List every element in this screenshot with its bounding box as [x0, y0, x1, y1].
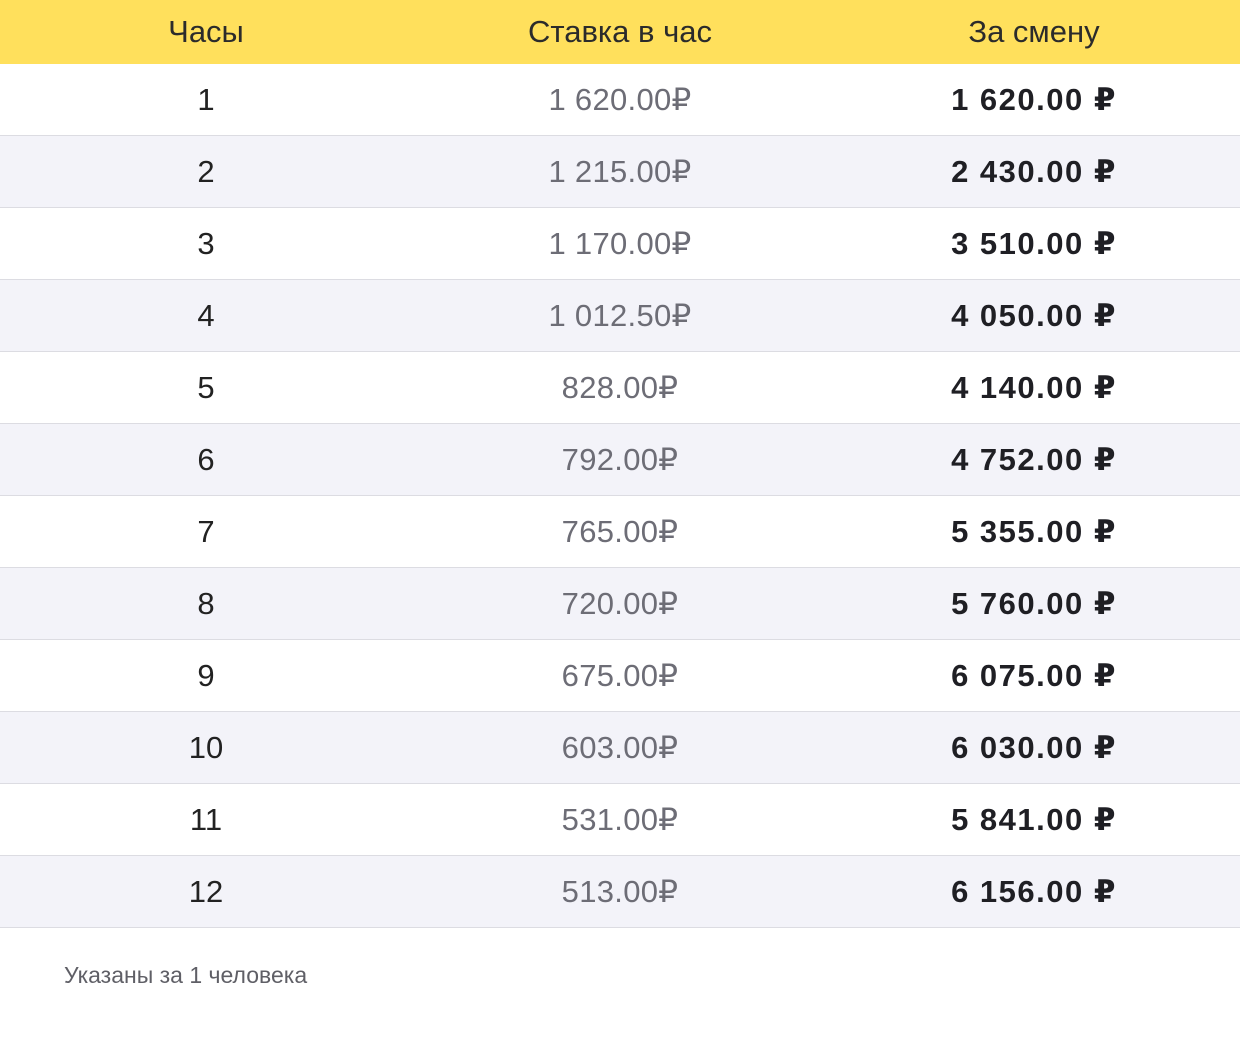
rate-per-hour-cell: 603.00₽	[561, 729, 679, 765]
table-row: 8 720.00₽ 5 760.00 ₽	[0, 568, 1240, 640]
table-row: 3 1 170.00₽ 3 510.00 ₽	[0, 208, 1240, 280]
column-header-rate: Ставка в час	[527, 14, 713, 49]
hours-cell: 1	[197, 81, 215, 117]
table-row: 10 603.00₽ 6 030.00 ₽	[0, 712, 1240, 784]
hours-cell: 8	[197, 585, 215, 621]
table-row: 9 675.00₽ 6 075.00 ₽	[0, 640, 1240, 712]
rate-per-hour-cell: 675.00₽	[561, 657, 679, 693]
table-header: Часы Ставка в час За смену	[0, 0, 1240, 64]
table-row: 7 765.00₽ 5 355.00 ₽	[0, 496, 1240, 568]
shift-total-cell: 5 760.00 ₽	[951, 585, 1117, 621]
rate-per-hour-cell: 765.00₽	[561, 513, 679, 549]
shift-total-cell: 4 140.00 ₽	[951, 369, 1117, 405]
table-row: 6 792.00₽ 4 752.00 ₽	[0, 424, 1240, 496]
column-header-hours: Часы	[168, 14, 244, 49]
rate-per-hour-cell: 1 170.00₽	[548, 225, 692, 261]
hours-cell: 4	[197, 297, 215, 333]
shift-total-cell: 6 156.00 ₽	[951, 873, 1117, 909]
rate-table: Часы Ставка в час За смену 1 1 620.00₽ 1 6…	[0, 0, 1240, 928]
rate-per-hour-cell: 531.00₽	[561, 801, 679, 837]
hours-cell: 7	[197, 513, 215, 549]
shift-total-cell: 4 050.00 ₽	[951, 297, 1117, 333]
hours-cell: 11	[189, 801, 223, 837]
shift-total-cell: 5 841.00 ₽	[951, 801, 1117, 837]
hours-cell: 3	[197, 225, 215, 261]
shift-total-cell: 6 075.00 ₽	[951, 657, 1117, 693]
hours-cell: 12	[188, 873, 224, 909]
hours-cell: 5	[197, 369, 215, 405]
shift-total-cell: 5 355.00 ₽	[951, 513, 1117, 549]
rate-per-hour-cell: 792.00₽	[561, 441, 679, 477]
shift-total-cell: 2 430.00 ₽	[951, 153, 1117, 189]
table-row: 12 513.00₽ 6 156.00 ₽	[0, 856, 1240, 928]
table-row: 4 1 012.50₽ 4 050.00 ₽	[0, 280, 1240, 352]
rate-per-hour-cell: 1 215.00₽	[548, 153, 692, 189]
rate-per-hour-cell: 513.00₽	[561, 873, 679, 909]
table-row: 1 1 620.00₽ 1 620.00 ₽	[0, 64, 1240, 136]
shift-total-cell: 4 752.00 ₽	[951, 441, 1117, 477]
hours-cell: 2	[197, 153, 215, 189]
table-body: 1 1 620.00₽ 1 620.00 ₽ 2 1 215.00₽ 2 430.00 ₽…	[0, 64, 1240, 928]
table-row: 5 828.00₽ 4 140.00 ₽	[0, 352, 1240, 424]
rate-per-hour-cell: 720.00₽	[561, 585, 679, 621]
column-header-shift: За смену	[968, 14, 1100, 49]
rate-per-hour-cell: 828.00₽	[561, 369, 679, 405]
shift-total-cell: 6 030.00 ₽	[951, 729, 1117, 765]
hours-cell: 10	[188, 729, 224, 765]
table-row: 11 531.00₽ 5 841.00 ₽	[0, 784, 1240, 856]
footnote: Указаны за 1 человека	[64, 962, 308, 988]
rate-per-hour-cell: 1 620.00₽	[548, 81, 692, 117]
shift-total-cell: 1 620.00 ₽	[951, 81, 1117, 117]
hours-cell: 9	[197, 657, 215, 693]
hours-cell: 6	[197, 441, 215, 477]
shift-total-cell: 3 510.00 ₽	[951, 225, 1117, 261]
rate-per-hour-cell: 1 012.50₽	[548, 297, 692, 333]
table-row: 2 1 215.00₽ 2 430.00 ₽	[0, 136, 1240, 208]
